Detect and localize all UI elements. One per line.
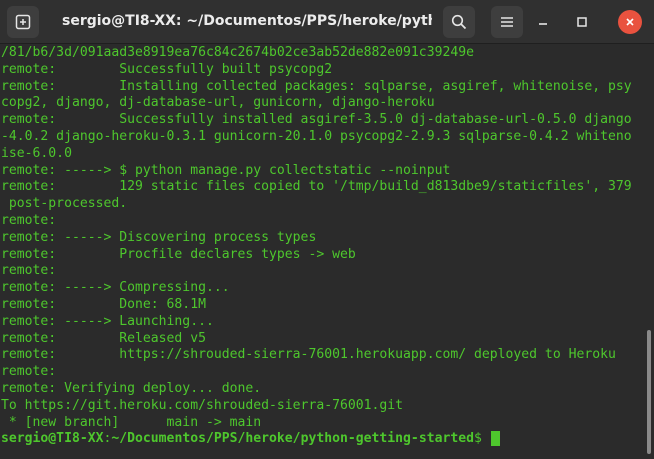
terminal-output[interactable]: /81/b6/3d/091aad3e8919ea76c84c2674b02ce3…	[0, 45, 644, 459]
terminal-line: * [new branch] main -> main	[1, 414, 262, 430]
minimize-button[interactable]	[531, 10, 555, 34]
close-button[interactable]	[618, 10, 642, 34]
terminal-line: To https://git.heroku.com/shrouded-sierr…	[1, 397, 404, 413]
terminal-line: remote: Successfully installed asgiref-3…	[1, 112, 632, 128]
terminal-line: post-processed.	[1, 196, 128, 212]
terminal-line: remote:	[1, 212, 57, 228]
terminal-line: remote: Released v5	[1, 330, 206, 346]
prompt-user-host: sergio@TI8-XX	[1, 431, 104, 447]
menu-button[interactable]	[491, 6, 523, 38]
maximize-icon	[577, 17, 587, 27]
terminal-line: ise-6.0.0	[1, 145, 72, 161]
shell-prompt[interactable]: sergio@TI8-XX:~/Documentos/PPS/heroke/py…	[0, 431, 644, 448]
terminal-line: remote: Installing collected packages: s…	[1, 78, 632, 94]
title-bar: sergio@TI8-XX: ~/Documentos/PPS/heroke/p…	[0, 0, 654, 44]
terminal-line: /81/b6/3d/091aad3e8919ea76c84c2674b02ce3…	[1, 45, 474, 60]
terminal-line: remote: -----> $ python manage.py collec…	[1, 162, 451, 178]
terminal-line: remote: Done: 68.1M	[1, 296, 206, 312]
terminal-line: remote: Verifying deploy... done.	[1, 380, 262, 396]
terminal-line: -4.0.2 django-heroku-0.3.1 gunicorn-20.1…	[1, 128, 632, 144]
search-button[interactable]	[443, 6, 475, 38]
terminal-line: remote: Successfully built psycopg2	[1, 61, 333, 77]
terminal-line: remote: -----> Launching...	[1, 313, 214, 329]
close-icon	[626, 18, 634, 26]
prompt-path: ~/Documentos/PPS/heroke/python-getting-s…	[111, 431, 474, 447]
minimize-icon	[539, 23, 547, 25]
terminal-line: remote: 129 static files copied to '/tmp…	[1, 179, 632, 195]
prompt-symbol: $	[474, 431, 482, 447]
terminal-line: remote:	[1, 364, 57, 380]
hamburger-menu-icon	[501, 17, 513, 27]
terminal-line: remote: -----> Compressing...	[1, 280, 230, 296]
scrollbar-thumb[interactable]	[647, 330, 651, 454]
new-tab-icon	[15, 14, 31, 30]
new-tab-button[interactable]	[7, 6, 39, 38]
maximize-button[interactable]	[570, 10, 594, 34]
terminal-line: remote:	[1, 263, 57, 279]
terminal-line: copg2, django, dj-database-url, gunicorn…	[1, 95, 435, 111]
terminal-line: remote: Procfile declares types -> web	[1, 246, 356, 262]
terminal-window: sergio@TI8-XX: ~/Documentos/PPS/heroke/p…	[0, 0, 654, 459]
terminal-line: remote: https://shrouded-sierra-76001.he…	[1, 347, 616, 363]
text-cursor	[490, 431, 500, 447]
window-title: sergio@TI8-XX: ~/Documentos/PPS/heroke/p…	[62, 13, 432, 29]
terminal-line: remote: -----> Discovering process types	[1, 229, 317, 245]
search-icon	[451, 14, 467, 30]
scrollbar[interactable]	[644, 45, 654, 459]
